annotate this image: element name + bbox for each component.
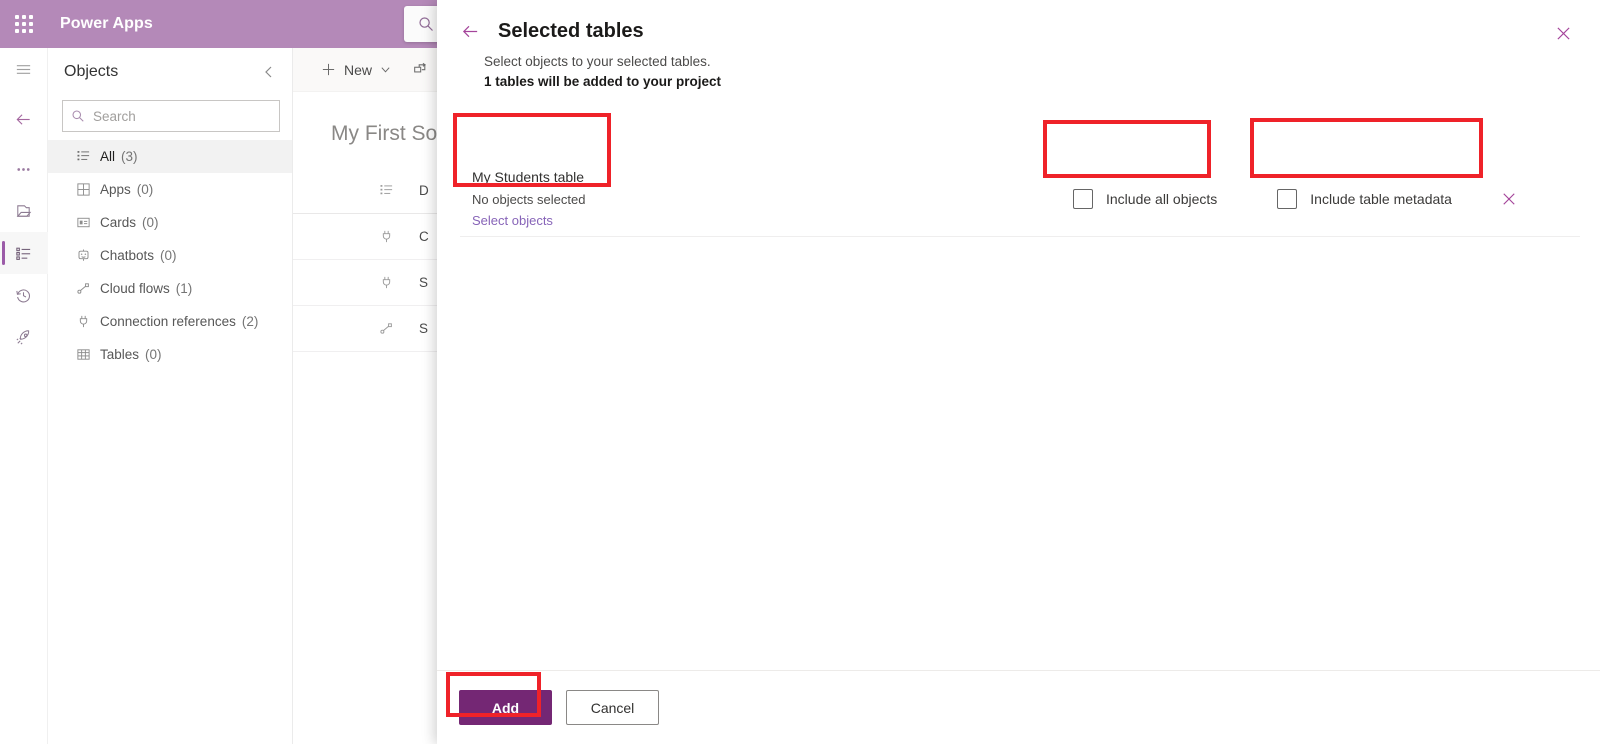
add-button[interactable]: Add <box>459 690 552 725</box>
sidebar-item-count: (0) <box>142 215 159 230</box>
grid-cell-text: C <box>419 229 429 244</box>
grid-cell-text: S <box>419 275 429 290</box>
sidebar-item-learn[interactable] <box>0 316 48 358</box>
panel-footer: Add Cancel <box>437 670 1600 744</box>
sidebar-item-hamburger-menu[interactable] <box>0 48 48 90</box>
objects-panel-title: Objects <box>64 63 119 80</box>
sidebar-item-label: Connection references <box>100 314 236 329</box>
selected-table-name-cell: My Students table No objects selected Se… <box>460 169 1035 228</box>
select-objects-link[interactable]: Select objects <box>472 213 1035 228</box>
sidebar-item-count: (0) <box>160 248 177 263</box>
solutions-icon <box>16 204 32 217</box>
panel-body: My Students table No objects selected Se… <box>437 89 1600 670</box>
sidebar-item-label: Chatbots <box>100 248 155 263</box>
list-icon <box>379 183 419 198</box>
rocket-icon <box>16 329 30 345</box>
sidebar-item-count: (0) <box>136 182 154 197</box>
search-icon <box>419 17 433 31</box>
sidebar-item-connection-references[interactable]: Connection references (2) <box>48 305 292 338</box>
selected-table-row: My Students table No objects selected Se… <box>460 161 1580 237</box>
add-existing-button[interactable] <box>413 62 436 77</box>
include-all-objects-label: Include all objects <box>1106 190 1218 207</box>
objects-filter-list: All (3) Apps (0) Cards (0) Chatbots (0) … <box>48 140 292 371</box>
plug-icon <box>76 314 98 329</box>
sidebar-item-back[interactable] <box>0 98 48 140</box>
arrow-left-icon <box>16 113 30 125</box>
back-button[interactable] <box>461 22 480 41</box>
sidebar-item-objects[interactable] <box>0 232 48 274</box>
chevron-left-icon[interactable] <box>262 65 276 79</box>
cancel-button[interactable]: Cancel <box>566 690 659 725</box>
objects-panel: Objects Search All (3) Apps (0) Cards (0… <box>48 48 293 744</box>
card-icon <box>76 215 98 230</box>
selected-table-objects-status: No objects selected <box>472 192 586 207</box>
search-icon <box>72 110 84 122</box>
cloud-flow-icon <box>379 321 419 336</box>
sidebar-item-recent[interactable] <box>0 274 48 316</box>
sidebar-item-solutions[interactable] <box>0 190 48 232</box>
sidebar-item-cards[interactable]: Cards (0) <box>48 206 292 239</box>
plug-icon <box>379 229 419 244</box>
sidebar-item-count: (0) <box>145 347 162 362</box>
include-table-metadata-label: Include table metadata <box>1310 190 1452 207</box>
selected-table-name: My Students table <box>472 169 585 185</box>
panel-subtitle: Select objects to your selected tables. <box>484 54 711 69</box>
sidebar-item-count: (2) <box>241 314 259 329</box>
new-button[interactable]: New <box>321 62 391 78</box>
panel-header: Selected tables Select objects to your s… <box>437 0 1600 89</box>
close-icon <box>1556 26 1570 40</box>
search-placeholder: Search <box>93 108 136 124</box>
objects-list-icon <box>16 247 31 260</box>
sidebar-item-label: Cards <box>100 215 137 230</box>
checkbox-box[interactable] <box>1073 188 1093 209</box>
grid-cell-text: S <box>419 321 429 336</box>
sidebar-item-cloud-flows[interactable]: Cloud flows (1) <box>48 272 292 305</box>
sidebar-item-more[interactable] <box>0 148 48 190</box>
sidebar-item-label: Tables <box>100 347 140 362</box>
sidebar-item-label: All <box>100 149 116 164</box>
sidebar-item-tables[interactable]: Tables (0) <box>48 338 292 371</box>
add-existing-icon <box>414 62 427 73</box>
waffle-grid-icon[interactable] <box>0 0 48 48</box>
include-table-metadata-checkbox[interactable]: Include table metadata <box>1277 188 1452 209</box>
cloud-flow-icon <box>76 281 98 296</box>
panel-summary: 1 tables will be added to your project <box>484 74 722 89</box>
panel-close-button[interactable] <box>1552 22 1574 44</box>
objects-panel-header: Objects <box>48 48 292 96</box>
chevron-down-icon[interactable] <box>380 62 391 78</box>
include-all-objects-checkbox[interactable]: Include all objects <box>1073 188 1218 209</box>
sidebar-item-label: Cloud flows <box>100 281 170 296</box>
grid-cell-text: D <box>419 183 429 198</box>
screen: Power Apps Objects Search All (3) Apps (… <box>0 0 1600 744</box>
left-icon-rail <box>0 48 48 744</box>
sidebar-item-apps[interactable]: Apps (0) <box>48 173 292 206</box>
sidebar-item-count: (1) <box>175 281 193 296</box>
remove-table-button[interactable] <box>1499 189 1519 209</box>
history-clock-icon <box>16 288 30 302</box>
bot-icon <box>76 248 98 263</box>
selected-tables-panel: Selected tables Select objects to your s… <box>437 0 1600 744</box>
table-icon <box>76 347 98 362</box>
sidebar-item-chatbots[interactable]: Chatbots (0) <box>48 239 292 272</box>
plug-icon <box>379 275 419 290</box>
list-icon <box>76 149 98 164</box>
sidebar-item-count: (3) <box>121 149 138 164</box>
app-brand-title[interactable]: Power Apps <box>60 15 153 33</box>
new-button-label: New <box>344 61 373 78</box>
ellipsis-icon <box>17 167 30 171</box>
search-input[interactable]: Search <box>62 100 280 132</box>
plus-icon <box>322 63 335 76</box>
sidebar-item-label: Apps <box>100 182 131 197</box>
apps-grid-icon <box>76 182 98 197</box>
arrow-left-icon <box>462 25 478 38</box>
close-icon <box>1503 193 1515 205</box>
checkbox-box[interactable] <box>1277 188 1298 209</box>
hamburger-icon <box>16 64 31 74</box>
panel-title: Selected tables <box>498 20 644 42</box>
sidebar-item-all[interactable]: All (3) <box>48 140 292 173</box>
